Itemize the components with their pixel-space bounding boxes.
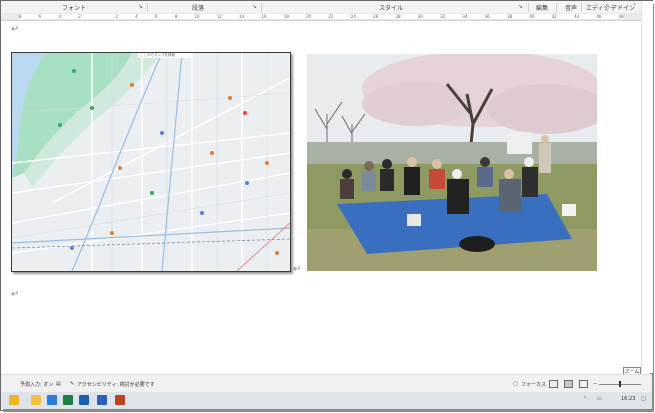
ribbon-group-paragraph[interactable]: 段落 <box>192 3 204 12</box>
ruler-number: 30 <box>417 14 423 19</box>
notification-icon[interactable]: ▢ <box>641 396 646 402</box>
map-image[interactable] <box>11 52 291 272</box>
ruler-number: 2 <box>78 14 81 19</box>
file-explorer-icon[interactable] <box>9 395 19 405</box>
ruler-number: 16 <box>261 14 267 19</box>
ruler-number: 26 <box>373 14 379 19</box>
hanami-photo[interactable] <box>307 54 597 271</box>
ruler-number: 4 <box>135 14 138 19</box>
map-search-box[interactable]: ここからマップを検索 <box>138 53 192 58</box>
paragraph-mark: ↵ <box>11 289 20 300</box>
ruler-number: 12 <box>216 14 222 19</box>
status-bar: 予測入力: オン ▤ ✎ アクセシビリティ: 検討が必要です ▢ フォーカス − <box>1 374 652 392</box>
ruler-number: 4 <box>58 14 62 19</box>
collapse-ribbon-icon[interactable]: ⌃ <box>632 3 637 10</box>
ribbon-group-voice[interactable]: 音声 <box>565 3 577 12</box>
ruler-number: 10 <box>194 14 200 19</box>
font-dialog-launcher-icon[interactable]: ↘ <box>138 3 143 10</box>
zoom-slider-thumb[interactable] <box>619 381 621 387</box>
app-icon[interactable] <box>115 395 125 405</box>
ribbon-separator <box>261 3 262 12</box>
ruler-number: 28 <box>395 14 401 19</box>
read-mode-button[interactable] <box>549 380 558 388</box>
ruler-number: 34 <box>462 14 468 19</box>
ruler-number: 42 <box>551 14 557 19</box>
ruler-number: 8 <box>174 14 178 19</box>
ruler-numbers: 8 6 4 2 2 4 6 8 10 12 14 16 18 20 22 24 26 28 30 32 34 36 38 40… <box>19 13 624 20</box>
ribbon-separator <box>581 3 582 12</box>
outlook-icon[interactable] <box>79 395 89 405</box>
ribbon-separator <box>607 3 608 12</box>
ribbon-separator <box>147 3 148 12</box>
focus-icon[interactable]: ▢ <box>513 381 518 387</box>
paragraph-mark: ↵ <box>293 264 302 275</box>
ruler-number: 2 <box>115 14 118 19</box>
ruler-number: 22 <box>328 14 334 19</box>
proofing-icon[interactable]: ▤ <box>56 381 61 387</box>
ruler-number: 6 <box>154 14 158 19</box>
ribbon-separator <box>528 3 529 12</box>
text-prediction-status[interactable]: 予測入力: オン <box>20 381 53 388</box>
focus-mode-button[interactable]: フォーカス <box>521 381 546 388</box>
ribbon-group-styles[interactable]: スタイル <box>379 3 403 12</box>
ruler-number: 44 <box>574 14 580 19</box>
horizontal-ruler[interactable]: 8 6 4 2 2 4 6 8 10 12 14 16 18 20 22 24 26 28 30 32 34 36 38 40… <box>1 13 641 21</box>
ribbon-separator <box>556 3 557 12</box>
zoom-out-button[interactable]: − <box>593 381 597 387</box>
ribbon-group-font[interactable]: フォント <box>62 3 86 12</box>
ruler-number: 14 <box>239 14 245 19</box>
ruler-number: 18 <box>283 14 289 19</box>
paragraph-dialog-launcher-icon[interactable]: ↘ <box>252 3 257 10</box>
map-graphic <box>12 53 290 271</box>
ruler-number: 38 <box>507 14 513 19</box>
tray-chevron-icon[interactable]: ⌃ <box>583 396 587 402</box>
accessibility-icon[interactable]: ✎ <box>70 381 74 387</box>
photo-graphic <box>307 54 597 271</box>
ruler-number: 36 <box>484 14 490 19</box>
taskbar: ⌃ ▭ 16:23 ▢ <box>1 392 652 409</box>
accessibility-status[interactable]: アクセシビリティ: 検討が必要です <box>77 381 155 388</box>
paragraph-mark: ↵ <box>11 24 20 35</box>
word-icon[interactable] <box>97 395 107 405</box>
ruler-number: 46 <box>596 14 602 19</box>
ruler-number: 40 <box>529 14 535 19</box>
ribbon-group-editing[interactable]: 編集 <box>536 3 548 12</box>
ruler-number: 48 <box>618 14 624 19</box>
ruler-number: 24 <box>350 14 356 19</box>
ruler-number: 32 <box>440 14 446 19</box>
styles-dialog-launcher-icon[interactable]: ↘ <box>518 3 523 10</box>
edge-icon[interactable] <box>47 395 57 405</box>
ruler-number: 8 <box>19 14 22 19</box>
excel-icon[interactable] <box>63 395 73 405</box>
ruler-number: 20 <box>306 14 312 19</box>
network-icon[interactable]: ▭ <box>597 396 602 402</box>
clock[interactable]: 16:23 <box>621 396 635 402</box>
ruler-number: 6 <box>38 14 42 19</box>
folder-icon[interactable] <box>31 395 41 405</box>
vertical-scrollbar[interactable] <box>641 1 653 373</box>
print-layout-button[interactable] <box>564 380 573 388</box>
web-layout-button[interactable] <box>579 380 588 388</box>
